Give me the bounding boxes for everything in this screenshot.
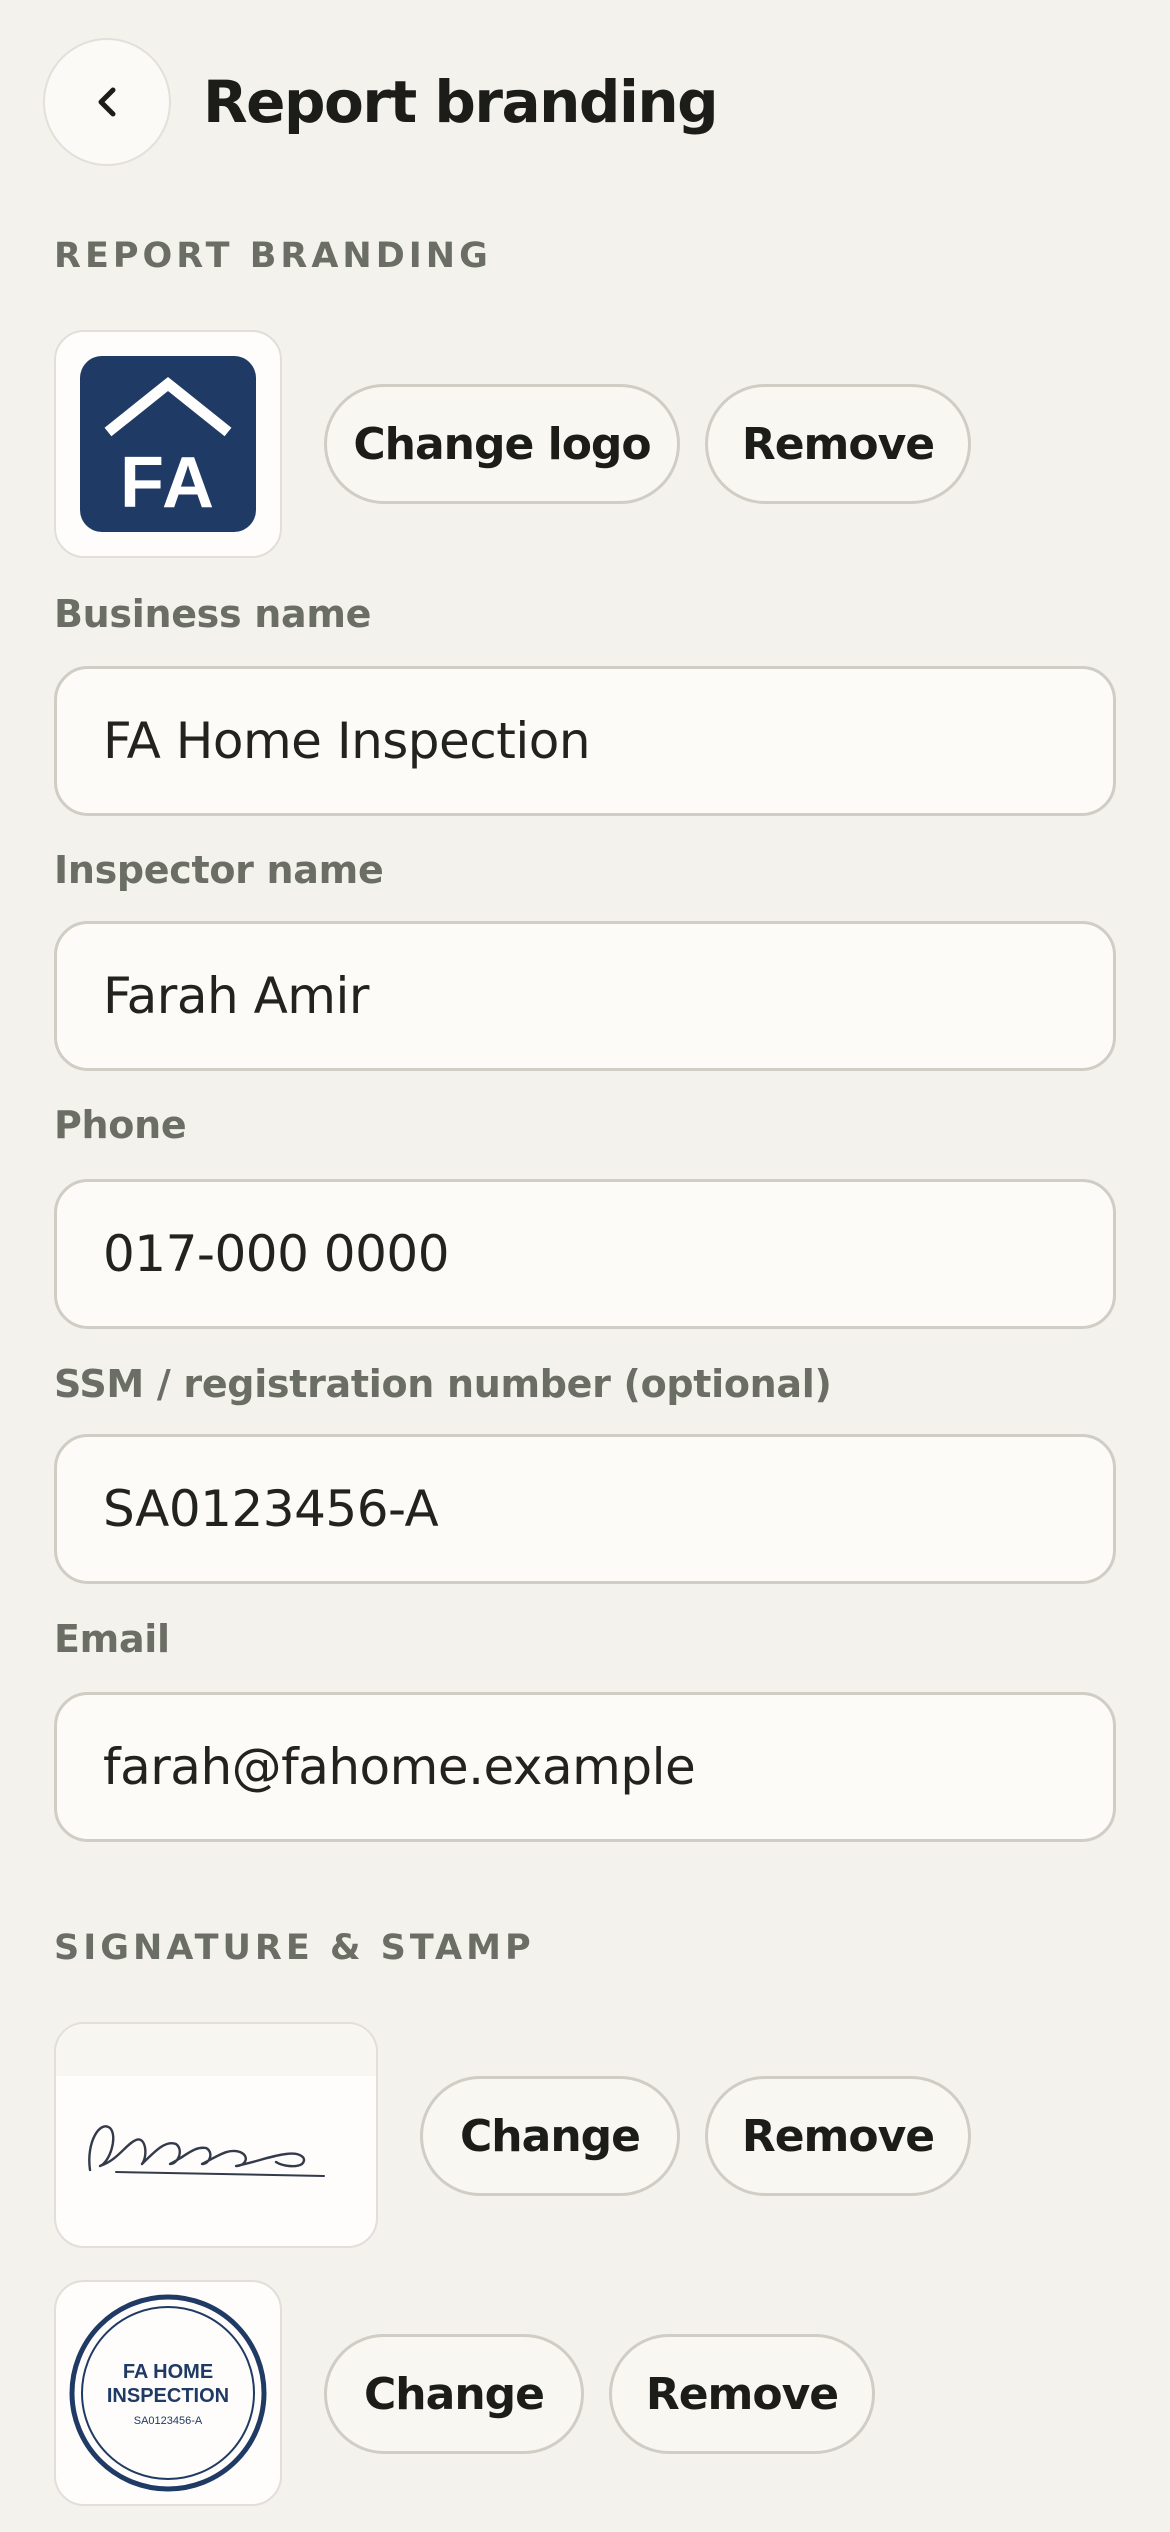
remove-stamp-button[interactable]: Remove bbox=[609, 2334, 875, 2454]
stamp-line-3: SA0123456-A bbox=[134, 2415, 203, 2427]
logo-tile: FA bbox=[54, 330, 282, 558]
registration-number-label: SSM / registration number (optional) bbox=[54, 1362, 832, 1406]
inspector-name-label: Inspector name bbox=[54, 848, 384, 892]
phone-value: 017-000 0000 bbox=[103, 1225, 450, 1283]
change-logo-button[interactable]: Change logo bbox=[324, 384, 680, 504]
email-label: Email bbox=[54, 1617, 170, 1661]
email-value: farah@fahome.example bbox=[103, 1738, 696, 1796]
remove-signature-button[interactable]: Remove bbox=[705, 2076, 971, 2196]
signature-stamp-section-label: SIGNATURE & STAMP bbox=[54, 1928, 535, 1968]
page-title: Report branding bbox=[203, 68, 719, 136]
registration-number-field[interactable]: SA0123456-A bbox=[54, 1434, 1116, 1584]
business-name-field[interactable]: FA Home Inspection bbox=[54, 666, 1116, 816]
logo-image: FA bbox=[80, 356, 256, 532]
remove-logo-button[interactable]: Remove bbox=[705, 384, 971, 504]
stamp-line-1: FA HOME bbox=[123, 2361, 213, 2383]
email-field[interactable]: farah@fahome.example bbox=[54, 1692, 1116, 1842]
header: Report branding bbox=[43, 37, 719, 167]
phone-field[interactable]: 017-000 0000 bbox=[54, 1179, 1116, 1329]
logo-text: FA bbox=[120, 443, 216, 523]
change-signature-button[interactable]: Change bbox=[420, 2076, 680, 2196]
business-name-label: Business name bbox=[54, 592, 372, 636]
stamp-image: FA HOME INSPECTION SA0123456-A bbox=[69, 2294, 267, 2492]
signature-image bbox=[56, 2024, 376, 2177]
report-branding-section-label: REPORT BRANDING bbox=[54, 236, 492, 276]
inspector-name-value: Farah Amir bbox=[103, 967, 369, 1025]
change-stamp-button[interactable]: Change bbox=[324, 2334, 584, 2454]
chevron-left-icon bbox=[98, 87, 116, 117]
stamp-tile: FA HOME INSPECTION SA0123456-A bbox=[54, 2280, 282, 2506]
phone-label: Phone bbox=[54, 1103, 187, 1147]
registration-number-value: SA0123456-A bbox=[103, 1480, 439, 1538]
stamp-line-2: INSPECTION bbox=[107, 2385, 229, 2407]
inspector-name-field[interactable]: Farah Amir bbox=[54, 921, 1116, 1071]
back-button[interactable] bbox=[43, 38, 171, 166]
signature-tile bbox=[54, 2022, 378, 2248]
business-name-value: FA Home Inspection bbox=[103, 712, 591, 770]
